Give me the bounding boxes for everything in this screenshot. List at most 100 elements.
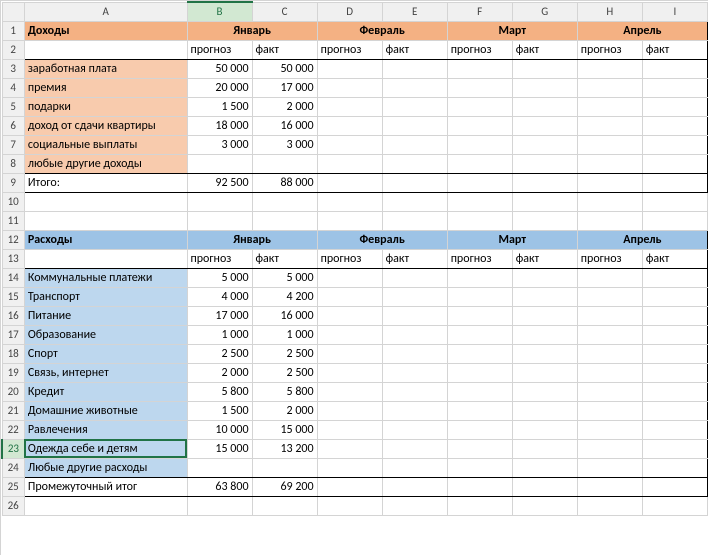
- expense-item-forecast[interactable]: 2 500: [187, 344, 252, 363]
- col-header-E[interactable]: E: [382, 2, 447, 21]
- spreadsheet[interactable]: A B C D E F G H I 1 Доходы Январь Феврал…: [0, 0, 708, 555]
- expense-item-forecast[interactable]: 1 000: [187, 325, 252, 344]
- expense-item-forecast[interactable]: 10 000: [187, 420, 252, 439]
- expense-item-label[interactable]: Связь, интернет: [24, 363, 187, 382]
- subhdr-forecast[interactable]: прогноз: [187, 249, 252, 268]
- subhdr-forecast[interactable]: прогноз: [577, 249, 642, 268]
- expense-item-label[interactable]: Спорт: [24, 344, 187, 363]
- income-item-forecast[interactable]: 50 000: [187, 59, 252, 78]
- month-mar-exp[interactable]: Март: [447, 230, 577, 249]
- expense-item-fact[interactable]: 2 500: [252, 363, 317, 382]
- row-header-14[interactable]: 14: [2, 268, 24, 287]
- expense-item-fact[interactable]: 2 000: [252, 401, 317, 420]
- expense-item-label[interactable]: Образование: [24, 325, 187, 344]
- income-item-fact[interactable]: [252, 154, 317, 173]
- month-mar-income[interactable]: Март: [447, 21, 577, 40]
- expense-item-label[interactable]: Домашние животные: [24, 401, 187, 420]
- month-apr-income[interactable]: Апрель: [577, 21, 707, 40]
- expense-item-label[interactable]: Равлечения: [24, 420, 187, 439]
- subhdr-forecast[interactable]: прогноз: [447, 249, 512, 268]
- cell-a2[interactable]: [24, 40, 187, 59]
- income-total-forecast[interactable]: 92 500: [187, 173, 252, 192]
- income-item-label[interactable]: заработная плата: [24, 59, 187, 78]
- col-header-D[interactable]: D: [317, 2, 382, 21]
- income-item-label[interactable]: социальные выплаты: [24, 135, 187, 154]
- income-item-forecast[interactable]: 18 000: [187, 116, 252, 135]
- subhdr-fact[interactable]: факт: [512, 40, 577, 59]
- expense-item-fact[interactable]: 1 000: [252, 325, 317, 344]
- col-header-I[interactable]: I: [642, 2, 707, 21]
- month-apr-exp[interactable]: Апрель: [577, 230, 707, 249]
- subhdr-fact[interactable]: факт: [512, 249, 577, 268]
- subhdr-fact[interactable]: факт: [252, 40, 317, 59]
- row-header-23[interactable]: 23: [2, 439, 24, 458]
- row-header-15[interactable]: 15: [2, 287, 24, 306]
- row-header-16[interactable]: 16: [2, 306, 24, 325]
- row-header-20[interactable]: 20: [2, 382, 24, 401]
- month-feb-exp[interactable]: Февраль: [317, 230, 447, 249]
- row-header-11[interactable]: 11: [2, 211, 24, 230]
- row-header-21[interactable]: 21: [2, 401, 24, 420]
- expense-item-forecast[interactable]: 1 500: [187, 401, 252, 420]
- income-item-forecast[interactable]: 20 000: [187, 78, 252, 97]
- expense-item-forecast[interactable]: 2 000: [187, 363, 252, 382]
- expense-item-fact[interactable]: 15 000: [252, 420, 317, 439]
- subhdr-forecast[interactable]: прогноз: [187, 40, 252, 59]
- expense-item-forecast[interactable]: 5 800: [187, 382, 252, 401]
- expense-item-fact[interactable]: 4 200: [252, 287, 317, 306]
- row-header-3[interactable]: 3: [2, 59, 24, 78]
- row-header-1[interactable]: 1: [2, 21, 24, 40]
- row-header-13[interactable]: 13: [2, 249, 24, 268]
- subhdr-fact[interactable]: факт: [642, 249, 707, 268]
- expense-item-fact[interactable]: 5 000: [252, 268, 317, 287]
- expense-item-label[interactable]: Питание: [24, 306, 187, 325]
- expense-item-forecast[interactable]: 17 000: [187, 306, 252, 325]
- income-item-label[interactable]: любые другие доходы: [24, 154, 187, 173]
- subhdr-forecast[interactable]: прогноз: [317, 40, 382, 59]
- subhdr-forecast[interactable]: прогноз: [447, 40, 512, 59]
- expense-subtotal-forecast[interactable]: 63 800: [187, 477, 252, 496]
- row-header-2[interactable]: 2: [2, 40, 24, 59]
- subhdr-fact[interactable]: факт: [382, 249, 447, 268]
- row-header-17[interactable]: 17: [2, 325, 24, 344]
- subhdr-forecast[interactable]: прогноз: [577, 40, 642, 59]
- row-header-4[interactable]: 4: [2, 78, 24, 97]
- expense-item-label[interactable]: Кредит: [24, 382, 187, 401]
- income-item-forecast[interactable]: 1 500: [187, 97, 252, 116]
- expense-item-fact[interactable]: 16 000: [252, 306, 317, 325]
- income-title[interactable]: Доходы: [24, 21, 187, 40]
- expense-item-label[interactable]: Любые другие расходы: [24, 458, 187, 477]
- expense-subtotal-label[interactable]: Промежуточный итог: [24, 477, 187, 496]
- income-item-label[interactable]: подарки: [24, 97, 187, 116]
- income-item-fact[interactable]: 17 000: [252, 78, 317, 97]
- col-header-C[interactable]: C: [252, 2, 317, 21]
- income-item-fact[interactable]: 3 000: [252, 135, 317, 154]
- select-all-corner[interactable]: [2, 2, 24, 21]
- month-jan-income[interactable]: Январь: [187, 21, 317, 40]
- expense-item-label[interactable]: Одежда себе и детям: [24, 439, 187, 458]
- expense-item-forecast[interactable]: [187, 458, 252, 477]
- income-item-forecast[interactable]: [187, 154, 252, 173]
- expense-item-fact[interactable]: 2 500: [252, 344, 317, 363]
- expense-item-fact[interactable]: 13 200: [252, 439, 317, 458]
- expense-item-forecast[interactable]: 5 000: [187, 268, 252, 287]
- expense-item-forecast[interactable]: 4 000: [187, 287, 252, 306]
- expense-item-forecast[interactable]: 15 000: [187, 439, 252, 458]
- row-header-8[interactable]: 8: [2, 154, 24, 173]
- row-header-10[interactable]: 10: [2, 192, 24, 211]
- subhdr-forecast[interactable]: прогноз: [317, 249, 382, 268]
- row-header-6[interactable]: 6: [2, 116, 24, 135]
- income-total-fact[interactable]: 88 000: [252, 173, 317, 192]
- expense-item-fact[interactable]: 5 800: [252, 382, 317, 401]
- cell-a13[interactable]: [24, 249, 187, 268]
- row-header-12[interactable]: 12: [2, 230, 24, 249]
- income-total-label[interactable]: Итого:: [24, 173, 187, 192]
- subhdr-fact[interactable]: факт: [382, 40, 447, 59]
- expenses-title[interactable]: Расходы: [24, 230, 187, 249]
- col-header-B[interactable]: B: [187, 2, 252, 21]
- expense-subtotal-fact[interactable]: 69 200: [252, 477, 317, 496]
- income-item-forecast[interactable]: 3 000: [187, 135, 252, 154]
- col-header-G[interactable]: G: [512, 2, 577, 21]
- grid-table[interactable]: A B C D E F G H I 1 Доходы Январь Феврал…: [1, 1, 708, 516]
- row-header-25[interactable]: 25: [2, 477, 24, 496]
